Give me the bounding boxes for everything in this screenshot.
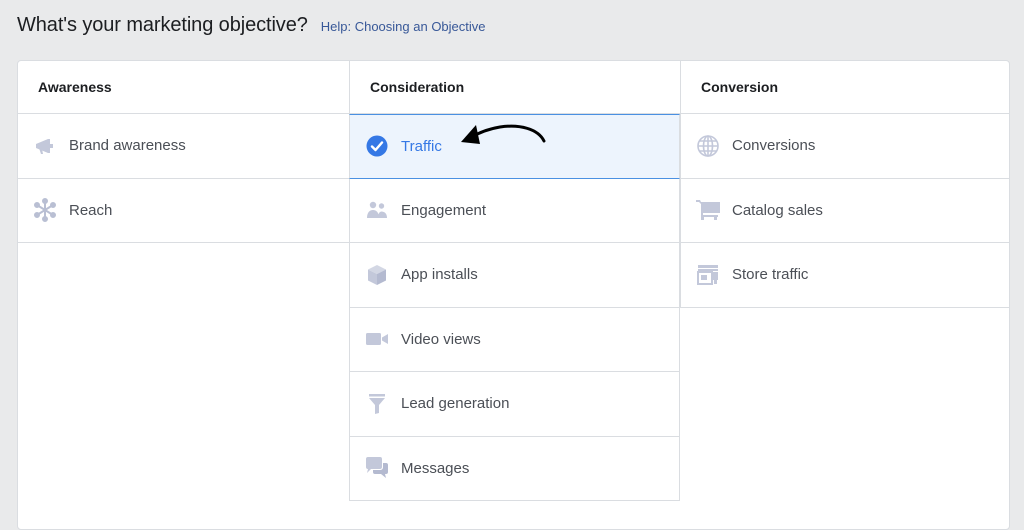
- objective-label: Messages: [401, 459, 470, 477]
- objective-catalog-sales[interactable]: Catalog sales: [680, 178, 1009, 243]
- column-heading: Consideration: [349, 61, 680, 114]
- column-awareness: Awareness Brand awareness Reach: [18, 61, 349, 243]
- objective-store-traffic[interactable]: Store traffic: [680, 243, 1009, 308]
- objective-video-views[interactable]: Video views: [349, 307, 680, 372]
- objective-label: Conversions: [732, 137, 816, 155]
- cart-icon: [695, 197, 721, 223]
- funnel-icon: [364, 391, 390, 417]
- objective-reach[interactable]: Reach: [18, 179, 349, 243]
- objective-label: Catalog sales: [732, 201, 823, 219]
- objective-label: Traffic: [401, 137, 442, 155]
- column-heading: Conversion: [680, 61, 1009, 114]
- objective-label: Reach: [69, 201, 113, 219]
- objective-brand-awareness[interactable]: Brand awareness: [18, 114, 349, 179]
- objective-lead-generation[interactable]: Lead generation: [349, 372, 680, 437]
- video-camera-icon: [364, 326, 390, 352]
- cube-icon: [364, 262, 390, 288]
- objective-engagement[interactable]: Engagement: [349, 178, 680, 243]
- column-conversion: Conversion Conversions Catalog sales Sto…: [680, 61, 1009, 308]
- objective-label: Store traffic: [732, 266, 809, 284]
- column-consideration: Consideration Traffic Engagement App ins…: [349, 61, 680, 501]
- header: What's your marketing objective? Help: C…: [17, 14, 486, 37]
- objective-messages[interactable]: Messages: [349, 436, 680, 501]
- objective-label: Brand awareness: [69, 137, 186, 155]
- storefront-icon: [695, 262, 721, 288]
- chat-bubbles-icon: [364, 455, 390, 481]
- objective-app-installs[interactable]: App installs: [349, 243, 680, 308]
- objective-label: Lead generation: [401, 395, 510, 413]
- page-title: What's your marketing objective?: [17, 14, 308, 36]
- column-heading: Awareness: [18, 61, 349, 114]
- objective-traffic[interactable]: Traffic: [349, 114, 680, 179]
- objective-label: App installs: [401, 266, 478, 284]
- megaphone-icon: [32, 133, 58, 159]
- help-link[interactable]: Help: Choosing an Objective: [321, 19, 486, 34]
- objective-conversions[interactable]: Conversions: [680, 114, 1009, 179]
- check-circle-icon: [364, 133, 390, 159]
- people-icon: [364, 197, 390, 223]
- objective-label: Video views: [401, 330, 481, 348]
- objective-label: Engagement: [401, 201, 487, 219]
- globe-icon: [695, 133, 721, 159]
- reach-icon: [32, 197, 58, 223]
- objective-panel: Awareness Brand awareness Reach Consider…: [17, 60, 1010, 530]
